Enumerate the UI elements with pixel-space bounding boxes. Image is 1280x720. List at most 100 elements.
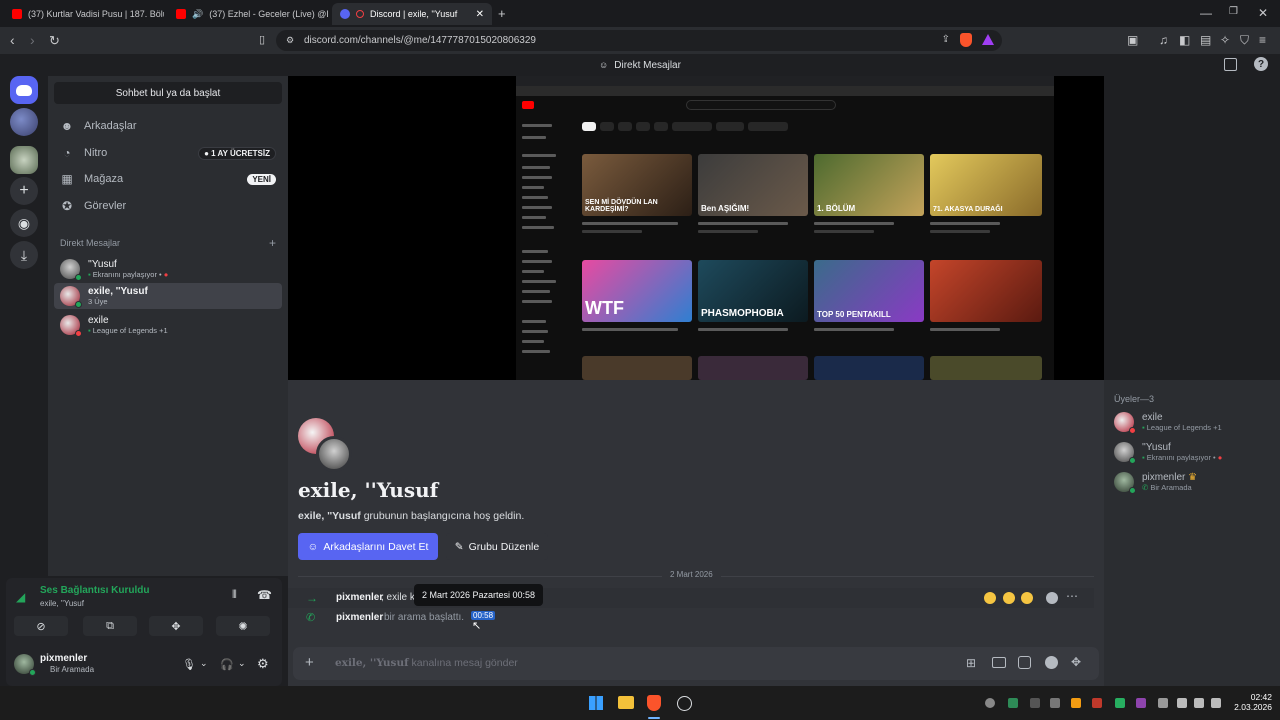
browser-tab-3[interactable]: Discord | exile, ''Yusuf ✕ [332, 3, 492, 25]
sidebar-icon[interactable]: ◧ [1179, 34, 1190, 46]
tray-icon-2[interactable] [1008, 698, 1018, 708]
dm-item-yusuf[interactable]: ''Yusuf ▪ Ekranını paylaşıyor • ● [54, 256, 282, 282]
user-area[interactable]: pixmenler Bir Aramada [12, 650, 152, 678]
tray-icon-5[interactable] [1071, 698, 1081, 708]
message-row[interactable]: → pixmenler , exile k ⋯ [288, 588, 1094, 608]
leo-ai-icon[interactable]: ✧ [1220, 34, 1230, 46]
more-options-icon[interactable]: ⋯ [1066, 589, 1078, 603]
minimize-icon[interactable]: — [1200, 7, 1212, 19]
gif-icon[interactable] [992, 657, 1006, 668]
member-item[interactable]: ''Yusuf ▪ Ekranını paylaşıyor • ● [1114, 442, 1222, 464]
site-info-icon[interactable]: ⚙ [286, 35, 294, 46]
audio-options-icon[interactable]: ⌄ [238, 658, 246, 669]
back-icon[interactable]: ‹ [10, 33, 15, 47]
microphone-tray-icon[interactable] [1158, 698, 1168, 708]
reaction-rofl-icon[interactable] [984, 592, 996, 604]
microphone-icon[interactable]: 🎙 [182, 658, 196, 671]
browser-tab-2[interactable]: 🔊 (37) Ezhel - Geceler (Live) @Bizbiz [168, 3, 328, 25]
message-text: , exile k [381, 592, 415, 603]
brave-browser-icon[interactable] [647, 695, 661, 711]
clock[interactable]: 02:42 2.03.2026 [1228, 692, 1272, 712]
message-input-box[interactable]: + exile, ''Yusuf kanalına mesaj gönder ⊞… [293, 647, 1099, 680]
battery-icon[interactable] [1211, 698, 1221, 708]
browser-tab-1[interactable]: (37) Kurtlar Vadisi Pusu | 187. Bölüm [4, 3, 164, 25]
emoji-icon[interactable] [1045, 656, 1058, 669]
inbox-icon[interactable] [1224, 58, 1237, 71]
nav-nitro[interactable]: ◔ Nitro ● 1 AY ÜCRETSİZ [54, 141, 282, 165]
stream-yt-sidebar [520, 120, 576, 380]
tray-icon-7[interactable] [1115, 698, 1125, 708]
new-tab-icon[interactable]: + [498, 7, 506, 20]
download-icon[interactable]: ⤓ [10, 241, 38, 269]
friends-icon: ☻ [60, 119, 74, 133]
reload-icon[interactable]: ↻ [49, 34, 60, 47]
headphones-icon[interactable]: 🎧 [220, 658, 234, 671]
message-row[interactable]: ✆ pixmenler bir arama başlattı. 00:58 ↖ [288, 608, 1094, 632]
rewards-icon[interactable] [982, 34, 994, 45]
network-icon[interactable] [1177, 698, 1187, 708]
gift-icon[interactable]: ⊞ [966, 656, 976, 670]
dm-item-group[interactable]: exile, ''Yusuf 3 Üye [54, 283, 282, 309]
settings-icon[interactable]: ⚙ [257, 656, 269, 672]
reaction-smile-icon[interactable] [1021, 592, 1033, 604]
address-bar[interactable]: ⚙ discord.com/channels/@me/1477787015020… [276, 30, 1002, 51]
menu-icon[interactable]: ≡ [1259, 34, 1266, 46]
forward-icon[interactable]: › [30, 33, 35, 47]
sticker-icon[interactable] [1018, 656, 1031, 669]
member-item[interactable]: exile ▪ League of Legends +1 [1114, 412, 1222, 434]
bookmark-icon[interactable]: ▯ [259, 35, 265, 46]
nav-shop[interactable]: ▦ Mağaza YENİ [54, 167, 282, 191]
noise-suppression-icon[interactable]: ⦀ [232, 589, 237, 602]
tray-icon-6[interactable] [1092, 698, 1102, 708]
share-icon[interactable]: ⇪ [942, 34, 950, 45]
invite-friends-button[interactable]: ☺ Arkadaşlarını Davet Et [298, 533, 438, 560]
stream-youtube-header [516, 96, 1054, 114]
discover-icon[interactable]: ◉ [10, 209, 38, 237]
message-author[interactable]: pixmenler [336, 592, 383, 603]
member-item[interactable]: pixmenler ♛ ✆ Bir Aramada [1114, 472, 1197, 494]
brave-shields-icon[interactable] [960, 33, 972, 47]
vpn-icon[interactable]: ⛉ [1240, 34, 1249, 46]
mic-options-icon[interactable]: ⌄ [200, 658, 208, 669]
apps-icon[interactable]: ✥ [1071, 655, 1081, 669]
screenshot-icon[interactable]: ▣ [1127, 34, 1138, 46]
start-icon[interactable] [589, 696, 603, 710]
camera-off-button[interactable]: ⊘ [14, 616, 68, 636]
activities-button[interactable]: ✥ [149, 616, 203, 636]
soundboard-button[interactable]: ✺ [216, 616, 270, 636]
server-avatar-1[interactable] [10, 108, 38, 136]
maximize-icon[interactable]: ❐ [1229, 7, 1238, 17]
status-dot [75, 301, 82, 308]
add-reaction-icon[interactable] [1046, 592, 1058, 604]
screen-share-button[interactable]: ⧉ [83, 616, 137, 636]
attach-plus-icon[interactable]: + [305, 654, 314, 671]
nav-quests[interactable]: ✪ Görevler [54, 194, 282, 218]
tray-icon-3[interactable] [1030, 698, 1040, 708]
add-server-icon[interactable]: + [10, 177, 38, 205]
tray-icon-4[interactable] [1050, 698, 1060, 708]
screen-share-stream[interactable]: SEN Mİ DÖVDÜN LAN KARDEŞİMİ? Ben AŞIĞIM!… [288, 76, 1104, 380]
media-icon[interactable]: ♫ [1159, 34, 1168, 46]
discord-taskbar-icon[interactable] [677, 696, 692, 711]
close-window-icon[interactable]: ✕ [1258, 7, 1268, 19]
disconnect-icon[interactable]: ☎ [257, 588, 272, 602]
dm-item-exile[interactable]: exile ▪ League of Legends +1 [54, 312, 282, 338]
tray-icon-1[interactable] [985, 698, 995, 708]
nav-friends[interactable]: ☻ Arkadaşlar [54, 114, 282, 138]
voice-channel[interactable]: exile, ''Yusuf [40, 599, 84, 608]
file-explorer-icon[interactable] [618, 696, 634, 709]
message-author[interactable]: pixmenler [336, 612, 383, 623]
welcome-group-name: exile, ''Yusuf [298, 510, 361, 522]
voice-status[interactable]: Ses Bağlantısı Kuruldu [40, 585, 149, 596]
wallet-icon[interactable]: ▤ [1200, 34, 1211, 46]
reaction-cry-icon[interactable] [1003, 592, 1015, 604]
create-dm-icon[interactable]: + [269, 236, 276, 250]
tray-icon-8[interactable] [1136, 698, 1146, 708]
find-conversation-button[interactable]: Sohbet bul ya da başlat [54, 82, 282, 104]
close-tab-icon[interactable]: ✕ [476, 9, 484, 20]
volume-icon[interactable] [1194, 698, 1204, 708]
edit-group-button[interactable]: ✎ Grubu Düzenle [446, 533, 548, 560]
home-button[interactable] [10, 76, 38, 104]
help-icon[interactable]: ? [1254, 57, 1268, 71]
server-avatar-2[interactable] [10, 146, 38, 174]
